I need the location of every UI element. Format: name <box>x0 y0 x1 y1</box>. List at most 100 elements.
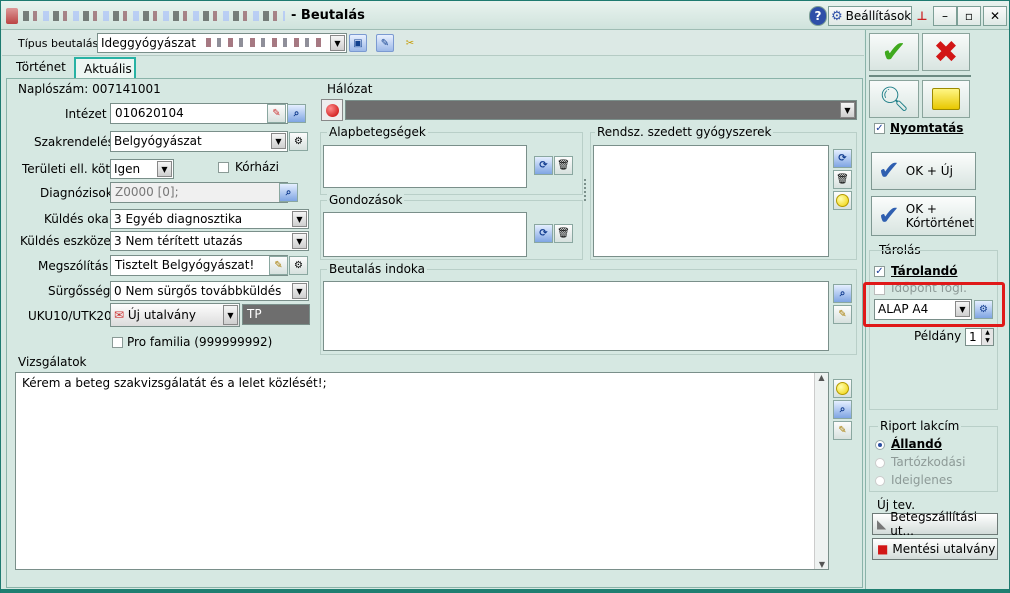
uku-select[interactable]: ✉ Új utalvány ▼ <box>110 303 240 327</box>
redacted-text <box>205 38 326 47</box>
siren-icon: ■ <box>877 542 889 556</box>
chevron-down-icon: ▼ <box>223 305 238 325</box>
chevron-down-icon: ▼ <box>292 211 307 227</box>
tartozkodasi-radio[interactable] <box>875 458 885 468</box>
tarolando-label: Tárolandó <box>891 264 958 278</box>
intezet-label: Intézet <box>65 107 107 121</box>
kuldes-eszkoze-label: Küldés eszköze <box>20 234 111 248</box>
beutalas-indoka-label: Beutalás indoka <box>327 262 428 276</box>
status-red-dot-icon <box>321 99 343 121</box>
edit-note-icon[interactable]: ✎ <box>833 305 852 324</box>
surgosseg-select[interactable]: 0 Nem sürgős továbbküldés ▼ <box>110 281 309 301</box>
nyomtatas-checkbox[interactable]: ✓ <box>874 123 885 134</box>
szakrendeles-value: Belgyógyászat <box>114 134 202 148</box>
tipus-select[interactable]: Ideggyógyászat ▼ <box>97 33 347 53</box>
close-window-button[interactable]: ✕ <box>983 6 1007 26</box>
minimize-button[interactable]: – <box>933 6 957 26</box>
vizsgalatok-textarea[interactable]: Kérem a beteg szakvizsgálatát és a lelet… <box>15 372 829 570</box>
edit-icon[interactable]: ✎ <box>267 104 286 123</box>
refresh-icon[interactable]: ⟳ <box>534 156 553 175</box>
yellow-circle-icon[interactable] <box>833 191 852 210</box>
peldany-label: Példány <box>914 329 962 343</box>
korhazi-checkbox[interactable] <box>218 162 229 173</box>
diagnozis-label: Diagnózisok <box>40 186 113 200</box>
cancel-button[interactable]: ✖ <box>922 33 970 71</box>
pin-button[interactable]: ⊥ <box>913 6 931 26</box>
search-icon[interactable]: ⌕ <box>287 104 306 123</box>
help-icon: ? <box>814 9 822 23</box>
stepper-arrows-icon[interactable]: ▲ ▼ <box>981 329 993 345</box>
document-icon: ✉ <box>114 308 125 322</box>
halozat-select[interactable]: ▼ <box>345 100 857 120</box>
beutalas-indoka-textarea[interactable] <box>323 281 829 351</box>
save-icon[interactable]: ▣ <box>349 34 367 52</box>
accept-button[interactable]: ✔ <box>869 33 919 71</box>
tab-tortenet[interactable]: Történet <box>8 57 72 78</box>
scrollbar[interactable]: ▲ ▼ <box>814 373 828 569</box>
ok-kortortenet-line1: OK + <box>905 202 937 216</box>
chevron-down-icon: ▼ <box>157 161 172 177</box>
peldany-stepper[interactable]: 1 ▲ ▼ <box>965 328 994 346</box>
window-title: - Beutalás <box>291 8 365 23</box>
clear-icon[interactable]: ✂ <box>401 34 419 52</box>
save-edit-icon[interactable]: ✎ <box>376 34 394 52</box>
splitter-handle[interactable] <box>584 179 587 201</box>
settings-button[interactable]: ⚙ Beállítások <box>828 6 912 26</box>
preview-button[interactable]: 🔍︎ <box>869 80 919 118</box>
scroll-down-icon[interactable]: ▼ <box>815 560 829 569</box>
checkmark-icon: ✔ <box>881 34 907 70</box>
rendsz-list[interactable] <box>593 145 829 257</box>
gondozas-label: Gondozások <box>327 193 405 207</box>
search-icon[interactable]: ⌕ <box>279 183 298 202</box>
status-bar <box>1 589 1009 593</box>
print-button[interactable] <box>922 80 970 118</box>
riport-label: Riport lakcím <box>878 419 962 433</box>
diagnozis-field[interactable]: Z0000 [0]; <box>110 182 288 203</box>
rendsz-label: Rendsz. szedett gyógyszerek <box>595 125 774 139</box>
mentesi-button[interactable]: ■ Mentési utalvány <box>872 538 998 560</box>
pro-familia-label: Pro familia (999999992) <box>127 335 273 349</box>
ok-kortortenet-button[interactable]: ✔ OK + Kórtörténet <box>871 196 976 236</box>
betegszallitasi-label: Betegszállítási ut... <box>890 510 978 538</box>
settings-gear-icon[interactable]: ⚙ <box>289 256 308 275</box>
tarolando-checkbox[interactable]: ✓ <box>874 266 885 277</box>
betegszallitasi-button[interactable]: ◣ Betegszállítási ut... <box>872 510 998 538</box>
help-button[interactable]: ? <box>809 6 827 26</box>
settings-gear-icon[interactable]: ⚙ <box>289 132 308 151</box>
trash-icon[interactable]: 🗑 <box>554 224 573 243</box>
yellow-circle-icon[interactable] <box>833 379 852 398</box>
ok-uj-button[interactable]: ✔ OK + Új <box>871 152 976 190</box>
chevron-down-icon: ▼ <box>292 233 307 249</box>
allando-radio[interactable] <box>875 440 885 450</box>
intezet-field[interactable]: 010620104 <box>110 103 288 124</box>
search-icon[interactable]: ⌕ <box>833 400 852 419</box>
ambulance-icon: ◣ <box>877 517 887 531</box>
title-bar: - Beutalás ? ⚙ Beállítások ⊥ – ▫ ✕ <box>1 1 1009 30</box>
trash-icon[interactable]: 🗑 <box>554 156 573 175</box>
megszolitas-label: Megszólítás <box>38 259 109 273</box>
pro-familia-checkbox[interactable] <box>112 337 123 348</box>
ideiglenes-radio[interactable] <box>875 476 885 486</box>
teruleti-value: Igen <box>114 162 141 176</box>
highlight-annotation <box>863 282 1005 327</box>
gondozas-list[interactable] <box>323 212 527 257</box>
pin-icon: ⊥ <box>916 9 928 23</box>
search-icon[interactable]: ⌕ <box>833 284 852 303</box>
teruleti-select[interactable]: Igen ▼ <box>110 159 174 179</box>
kuldes-oka-select[interactable]: 3 Egyéb diagnosztika ▼ <box>110 209 309 229</box>
kuldes-eszkoze-select[interactable]: 3 Nem térített utazás ▼ <box>110 231 309 251</box>
gear-icon: ⚙ <box>831 8 843 24</box>
refresh-icon[interactable]: ⟳ <box>833 149 852 168</box>
edit-note-icon[interactable]: ✎ <box>269 256 288 275</box>
chevron-down-icon: ▼ <box>271 133 286 149</box>
trash-icon[interactable]: 🗑 <box>833 170 852 189</box>
checkmark-icon: ✔ <box>878 201 900 231</box>
refresh-icon[interactable]: ⟳ <box>534 224 553 243</box>
megszolitas-field[interactable]: Tisztelt Belgyógyászat! <box>110 255 288 276</box>
scroll-up-icon[interactable]: ▲ <box>815 373 828 382</box>
alap-list[interactable] <box>323 145 527 188</box>
maximize-button[interactable]: ▫ <box>957 6 981 26</box>
szakrendeles-select[interactable]: Belgyógyászat ▼ <box>110 131 288 152</box>
edit-note-icon[interactable]: ✎ <box>833 421 852 440</box>
tab-aktualis[interactable]: Aktuális <box>74 57 136 78</box>
